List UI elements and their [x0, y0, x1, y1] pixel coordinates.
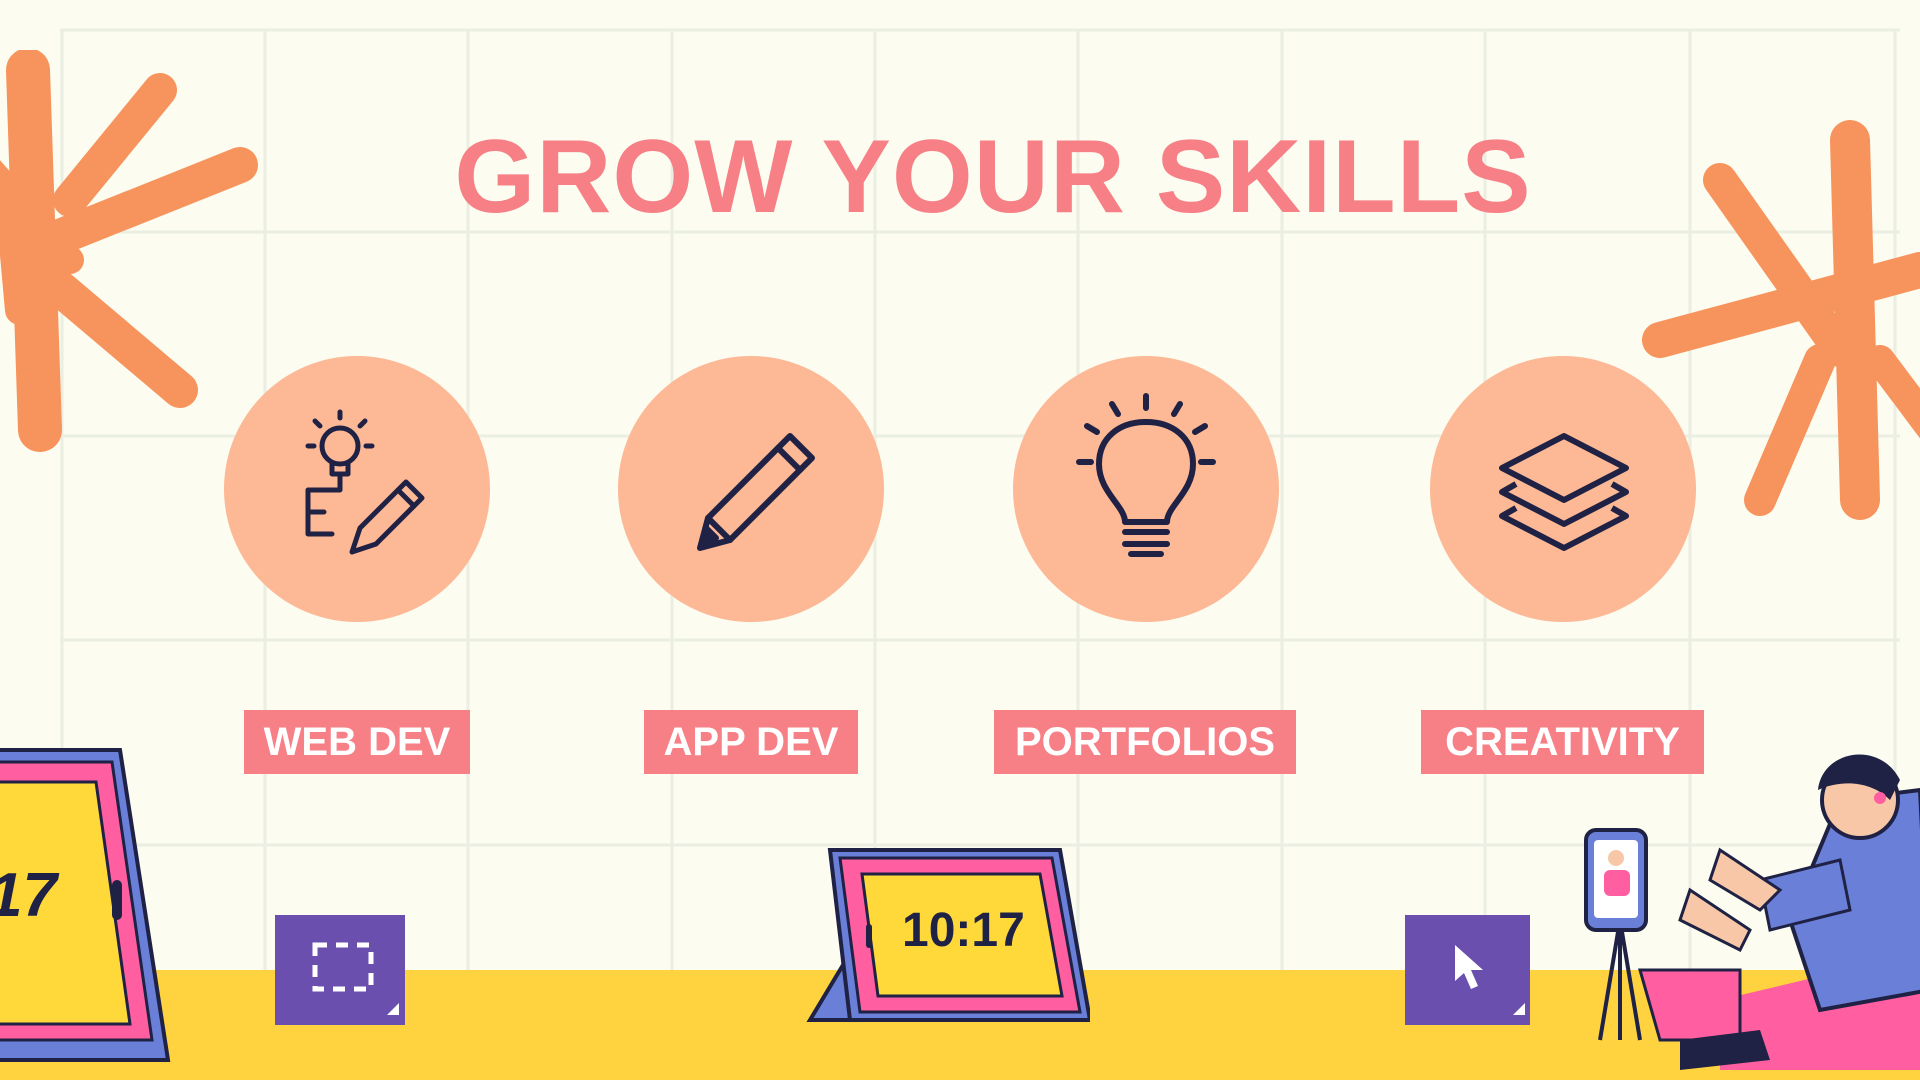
feature-label-portfolios: PORTFOLIOS — [994, 710, 1296, 774]
left-tablet-clock: 17 — [0, 861, 57, 930]
idea-sketch-icon — [305, 409, 425, 555]
person-recording-illustration — [1584, 754, 1920, 1070]
feature-label-web-dev: WEB DEV — [244, 710, 470, 774]
page-title: GROW YOUR SKILLS — [454, 119, 1532, 235]
feature-circle-portfolios — [1013, 356, 1279, 622]
feature-circle-app-dev — [618, 356, 884, 622]
selection-tool-tile — [275, 915, 405, 1025]
cursor-tool-tile — [1405, 915, 1530, 1025]
selection-marquee-icon — [312, 942, 399, 1015]
lightbulb-icon — [1076, 393, 1216, 557]
layers-icon — [1499, 433, 1629, 551]
feature-label-app-dev: APP DEV — [644, 710, 858, 774]
pencil-icon — [697, 433, 815, 551]
center-tablet-clock: 10:17 — [902, 904, 1025, 957]
feature-circle-creativity — [1430, 356, 1696, 622]
feature-circle-web-dev — [224, 356, 490, 622]
cursor-arrow-icon — [1455, 945, 1525, 1015]
